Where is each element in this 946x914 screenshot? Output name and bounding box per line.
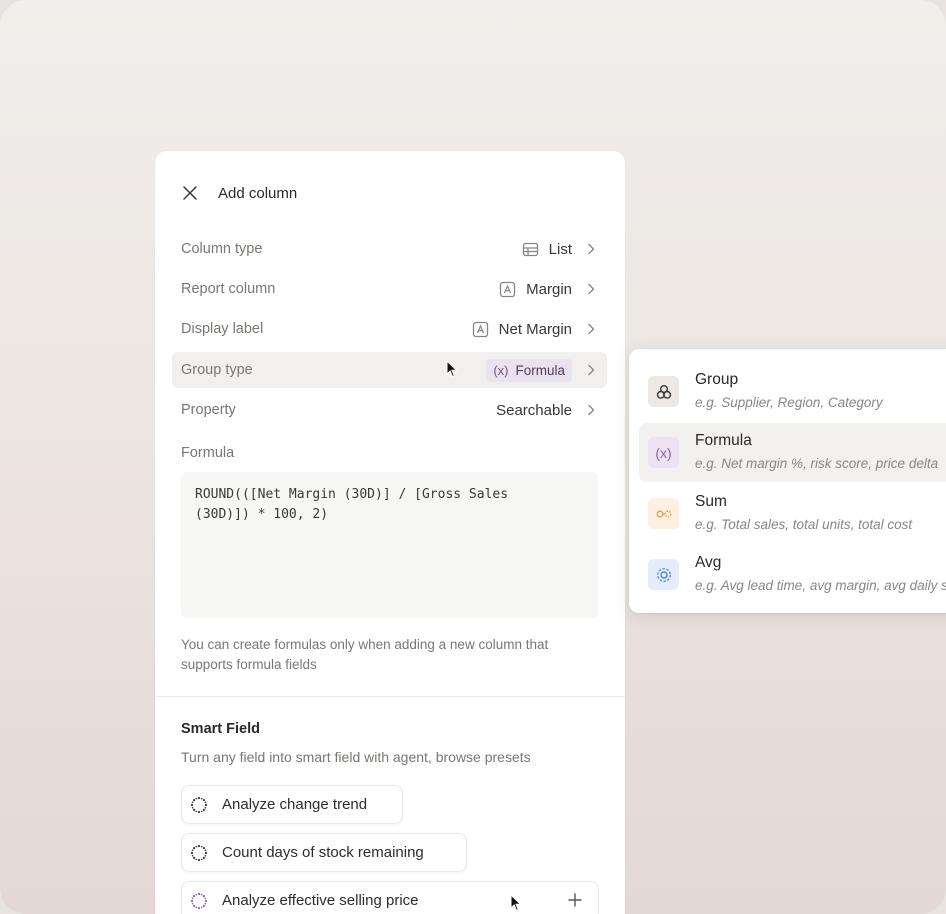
row-label: Property	[181, 402, 236, 418]
plus-icon[interactable]	[568, 893, 582, 907]
dropdown-item-name: Avg	[695, 554, 722, 571]
dropdown-item-name: Sum	[695, 493, 727, 510]
smart-field-title: Smart Field	[181, 721, 260, 737]
row-value: Margin	[526, 280, 572, 298]
chevron-right-icon	[588, 243, 595, 255]
table-icon	[522, 242, 538, 256]
dropdown-item-formula[interactable]: (x) Formula e.g. Net margin %, risk scor…	[639, 423, 946, 482]
dropdown-item-desc: e.g. Avg lead time, avg margin, avg dail…	[695, 578, 946, 593]
report-column-row[interactable]: Report column Margin	[172, 271, 607, 307]
dropdown-item-avg[interactable]: Avg e.g. Avg lead time, avg margin, avg …	[639, 545, 946, 604]
row-label: Group type	[181, 362, 253, 378]
row-label: Column type	[181, 241, 263, 257]
dropdown-item-desc: e.g. Net margin %, risk score, price del…	[695, 456, 939, 471]
sparkle-loader-icon	[190, 892, 208, 909]
dropdown-item-name: Formula	[695, 432, 752, 449]
text-field-icon	[499, 281, 516, 297]
sparkle-loader-icon	[190, 844, 208, 861]
close-button[interactable]	[181, 184, 199, 202]
preset-analyze-change-trend[interactable]: Analyze change trend	[181, 785, 403, 824]
mouse-cursor-icon	[510, 894, 522, 912]
row-value: List	[548, 240, 572, 258]
mouse-cursor-icon	[446, 360, 458, 378]
divider	[155, 696, 625, 697]
text-field-icon	[472, 321, 488, 337]
group-type-row[interactable]: Group type (x) Formula	[172, 352, 607, 388]
display-label-row[interactable]: Display label Net Margin	[172, 311, 607, 347]
dropdown-item-name: Group	[695, 371, 739, 388]
function-icon: (x)	[648, 437, 679, 468]
sum-icon	[648, 498, 679, 529]
chevron-right-icon	[588, 323, 595, 335]
chevron-right-icon	[588, 364, 595, 376]
chevron-right-icon	[588, 404, 595, 416]
preset-analyze-effective-price[interactable]: Analyze effective selling price	[181, 881, 599, 914]
property-row[interactable]: Property Searchable	[172, 392, 607, 428]
dropdown-item-desc: e.g. Supplier, Region, Category	[695, 395, 883, 410]
preset-label: Analyze effective selling price	[222, 892, 419, 909]
row-label: Report column	[181, 281, 276, 297]
sparkle-loader-icon	[190, 796, 208, 813]
preset-label: Analyze change trend	[222, 796, 368, 813]
group-type-dropdown: Group e.g. Supplier, Region, Category (x…	[629, 349, 946, 613]
dropdown-item-group[interactable]: Group e.g. Supplier, Region, Category	[639, 362, 946, 421]
panel-title: Add column	[218, 184, 298, 202]
chevron-right-icon	[588, 283, 595, 295]
add-column-panel: Add column Column type List Report colum…	[155, 151, 625, 914]
dropdown-item-sum[interactable]: Sum e.g. Total sales, total units, total…	[639, 484, 946, 543]
row-value: Searchable	[496, 401, 572, 419]
row-value: Net Margin	[498, 320, 572, 338]
function-icon: (x)	[493, 362, 509, 378]
avg-icon	[648, 559, 679, 590]
panel-header: Add column	[181, 181, 297, 205]
preset-count-days-of-stock[interactable]: Count days of stock remaining	[181, 833, 467, 872]
badge-label: Formula	[515, 362, 565, 378]
close-icon	[183, 186, 197, 200]
row-label: Display label	[181, 321, 264, 337]
dropdown-item-desc: e.g. Total sales, total units, total cos…	[695, 517, 913, 532]
column-type-row[interactable]: Column type List	[172, 231, 607, 267]
group-icon	[648, 376, 679, 407]
smart-field-subtitle: Turn any field into smart field with age…	[181, 749, 531, 765]
formula-badge: (x) Formula	[486, 358, 572, 382]
formula-hint: You can create formulas only when adding…	[181, 637, 549, 672]
formula-input[interactable]: ROUND(([Net Margin (30D)] / [Gross Sales…	[181, 472, 598, 618]
preset-label: Count days of stock remaining	[222, 844, 424, 861]
formula-label: Formula	[181, 445, 235, 461]
